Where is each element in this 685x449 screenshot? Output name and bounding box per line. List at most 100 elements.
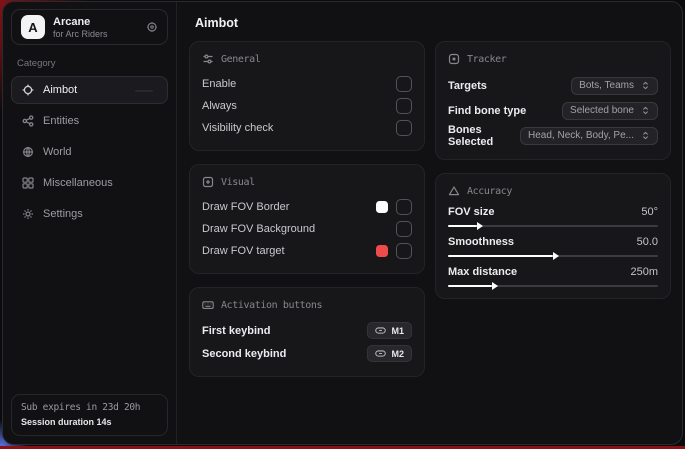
section-title: General xyxy=(221,54,260,65)
app-name: Arcane xyxy=(53,16,108,28)
box-plus-icon xyxy=(202,176,214,188)
scope-icon[interactable] xyxy=(146,21,158,33)
keybind-value: M1 xyxy=(391,326,404,336)
setting-label: Enable xyxy=(202,78,236,90)
unfold-icon xyxy=(641,106,650,115)
max-distance-slider[interactable] xyxy=(448,285,658,287)
setting-label: Draw FOV target xyxy=(202,245,285,257)
mouse-icon xyxy=(375,325,386,336)
targets-select[interactable]: Bots, Teams xyxy=(571,77,658,95)
setting-row-draw-fov-background: Draw FOV Background xyxy=(202,218,412,240)
setting-label: First keybind xyxy=(202,325,270,337)
page-title: Aimbot xyxy=(195,16,671,30)
setting-row-find-bone-type: Find bone type Selected bone xyxy=(448,98,658,123)
section-title: Activation buttons xyxy=(221,300,322,311)
app-window: A Arcane for Arc Riders Category xyxy=(2,1,683,445)
fov-size-slider[interactable] xyxy=(448,225,658,227)
setting-row-second-keybind: Second keybind M2 xyxy=(202,342,412,365)
enable-checkbox[interactable] xyxy=(396,76,412,92)
setting-row-smoothness: Smoothness 50.0 xyxy=(448,236,658,257)
unfold-icon xyxy=(641,81,650,90)
activation-card: Activation buttons First keybind M1 xyxy=(189,287,425,377)
select-value: Bots, Teams xyxy=(579,80,634,91)
max-distance-value: 250m xyxy=(630,266,658,278)
sidebar-item-miscellaneous[interactable]: Miscellaneous xyxy=(11,169,168,197)
sidebar-item-label: Miscellaneous xyxy=(43,177,113,189)
section-title: Visual xyxy=(221,177,255,188)
bones-selected-select[interactable]: Head, Neck, Body, Pe... xyxy=(520,127,658,145)
setting-label: Max distance xyxy=(448,266,517,278)
visual-card: Visual Draw FOV Border Draw FOV Backgrou… xyxy=(189,164,425,274)
select-value: Head, Neck, Body, Pe... xyxy=(528,130,634,141)
keyboard-icon xyxy=(202,299,214,311)
app-logo-card: A Arcane for Arc Riders xyxy=(11,9,168,45)
gear-icon xyxy=(22,208,34,220)
sidebar-item-label: World xyxy=(43,146,72,158)
setting-row-visibility-check: Visibility check xyxy=(202,117,412,139)
setting-label: Bones Selected xyxy=(448,124,520,148)
main-panel: Aimbot General xyxy=(177,2,682,444)
smoothness-value: 50.0 xyxy=(637,236,658,248)
entities-icon xyxy=(22,115,34,127)
setting-row-fov-size: FOV size 50° xyxy=(448,206,658,227)
globe-icon xyxy=(22,146,34,158)
setting-row-targets: Targets Bots, Teams xyxy=(448,73,658,98)
select-value: Selected bone xyxy=(570,105,634,116)
slider-thumb[interactable] xyxy=(477,222,483,230)
subscription-card: Sub expires in 23d 20h Session duration … xyxy=(11,394,168,436)
section-title: Accuracy xyxy=(467,186,512,197)
slider-thumb[interactable] xyxy=(492,282,498,290)
mouse-icon xyxy=(375,348,386,359)
setting-label: Draw FOV Background xyxy=(202,223,315,235)
find-bone-type-select[interactable]: Selected bone xyxy=(562,102,658,120)
keybind-hint-dash xyxy=(135,90,153,92)
fov-size-value: 50° xyxy=(641,206,658,218)
slider-thumb[interactable] xyxy=(553,252,559,260)
sidebar-item-settings[interactable]: Settings xyxy=(11,200,168,228)
crosshair-icon xyxy=(22,84,34,96)
fov-border-color-swatch[interactable] xyxy=(376,201,388,213)
first-keybind-button[interactable]: M1 xyxy=(367,322,412,339)
category-label: Category xyxy=(17,58,162,69)
setting-row-always: Always xyxy=(202,95,412,117)
always-checkbox[interactable] xyxy=(396,98,412,114)
sidebar: A Arcane for Arc Riders Category xyxy=(3,2,177,444)
setting-row-bones-selected: Bones Selected Head, Neck, Body, Pe... xyxy=(448,123,658,148)
sidebar-item-label: Aimbot xyxy=(43,84,77,96)
draw-fov-target-checkbox[interactable] xyxy=(396,243,412,259)
app-logo: A xyxy=(21,15,45,39)
accuracy-card: Accuracy FOV size 50° xyxy=(435,173,671,299)
sub-expires-text: Sub expires in 23d 20h xyxy=(21,402,158,413)
sidebar-nav: Aimbot Entities World xyxy=(11,76,168,228)
setting-row-first-keybind: First keybind M1 xyxy=(202,319,412,342)
section-title: Tracker xyxy=(467,54,506,65)
general-card: General Enable Always Visibility check xyxy=(189,41,425,151)
focus-icon xyxy=(448,53,460,65)
setting-row-draw-fov-target: Draw FOV target xyxy=(202,240,412,262)
sidebar-item-world[interactable]: World xyxy=(11,138,168,166)
setting-row-max-distance: Max distance 250m xyxy=(448,266,658,287)
smoothness-slider[interactable] xyxy=(448,255,658,257)
sliders-icon xyxy=(202,53,214,65)
keybind-value: M2 xyxy=(391,349,404,359)
setting-label: Find bone type xyxy=(448,105,526,117)
grid-icon xyxy=(22,177,34,189)
tracker-card: Tracker Targets Bots, Teams xyxy=(435,41,671,160)
second-keybind-button[interactable]: M2 xyxy=(367,345,412,362)
triangle-icon xyxy=(448,185,460,197)
draw-fov-border-checkbox[interactable] xyxy=(396,199,412,215)
session-duration-text: Session duration 14s xyxy=(21,417,158,427)
setting-label: Smoothness xyxy=(448,236,514,248)
fov-target-color-swatch[interactable] xyxy=(376,245,388,257)
setting-row-enable: Enable xyxy=(202,73,412,95)
setting-label: Second keybind xyxy=(202,348,286,360)
visibility-check-checkbox[interactable] xyxy=(396,120,412,136)
draw-fov-background-checkbox[interactable] xyxy=(396,221,412,237)
setting-label: FOV size xyxy=(448,206,494,218)
setting-row-draw-fov-border: Draw FOV Border xyxy=(202,196,412,218)
sidebar-item-entities[interactable]: Entities xyxy=(11,107,168,135)
unfold-icon xyxy=(641,131,650,140)
setting-label: Always xyxy=(202,100,237,112)
sidebar-item-aimbot[interactable]: Aimbot xyxy=(11,76,168,104)
setting-label: Visibility check xyxy=(202,122,273,134)
